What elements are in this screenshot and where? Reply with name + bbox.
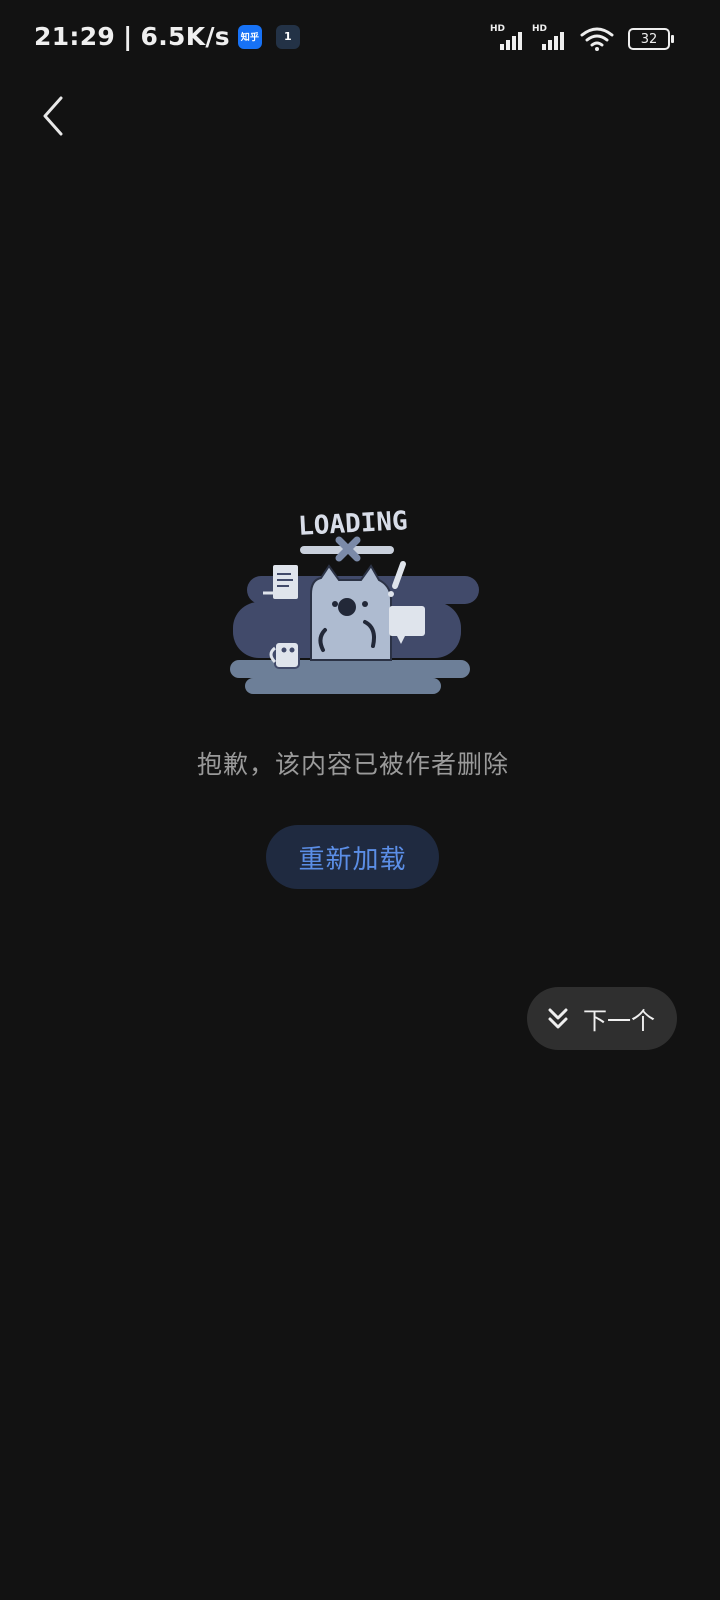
signal-icon: HD (490, 24, 526, 52)
wifi-icon (580, 27, 614, 51)
reload-button[interactable]: 重新加载 (266, 825, 439, 889)
deleted-message: 抱歉，该内容已被作者删除 (196, 750, 509, 779)
next-button[interactable]: 下一个 (527, 987, 677, 1050)
zhihu-app-icon: 知乎 (238, 24, 262, 49)
double-chevron-down-icon (547, 1007, 569, 1031)
next-button-label: 下一个 (583, 1007, 655, 1035)
error-illustration: LOADING (230, 506, 479, 694)
loading-text: LOADING (297, 506, 408, 542)
network-speed: 6.5K/s (140, 22, 230, 51)
signal-icon: HD (532, 24, 568, 52)
status-left: 21:29 | 6.5K/s 知乎 1 (34, 22, 300, 51)
notification-app-icon: 1 (276, 24, 300, 49)
clock: 21:29 (34, 22, 116, 51)
reload-button-label: 重新加载 (298, 844, 407, 875)
battery-icon: 32 (628, 28, 674, 50)
back-button[interactable] (28, 88, 78, 144)
battery-level: 32 (640, 31, 658, 47)
chevron-left-icon (43, 96, 63, 136)
status-bar: 21:29 | 6.5K/s 知乎 1 HD HD 32 (0, 0, 720, 80)
status-separator: | (123, 22, 133, 51)
status-right: HD HD 32 (490, 24, 674, 52)
